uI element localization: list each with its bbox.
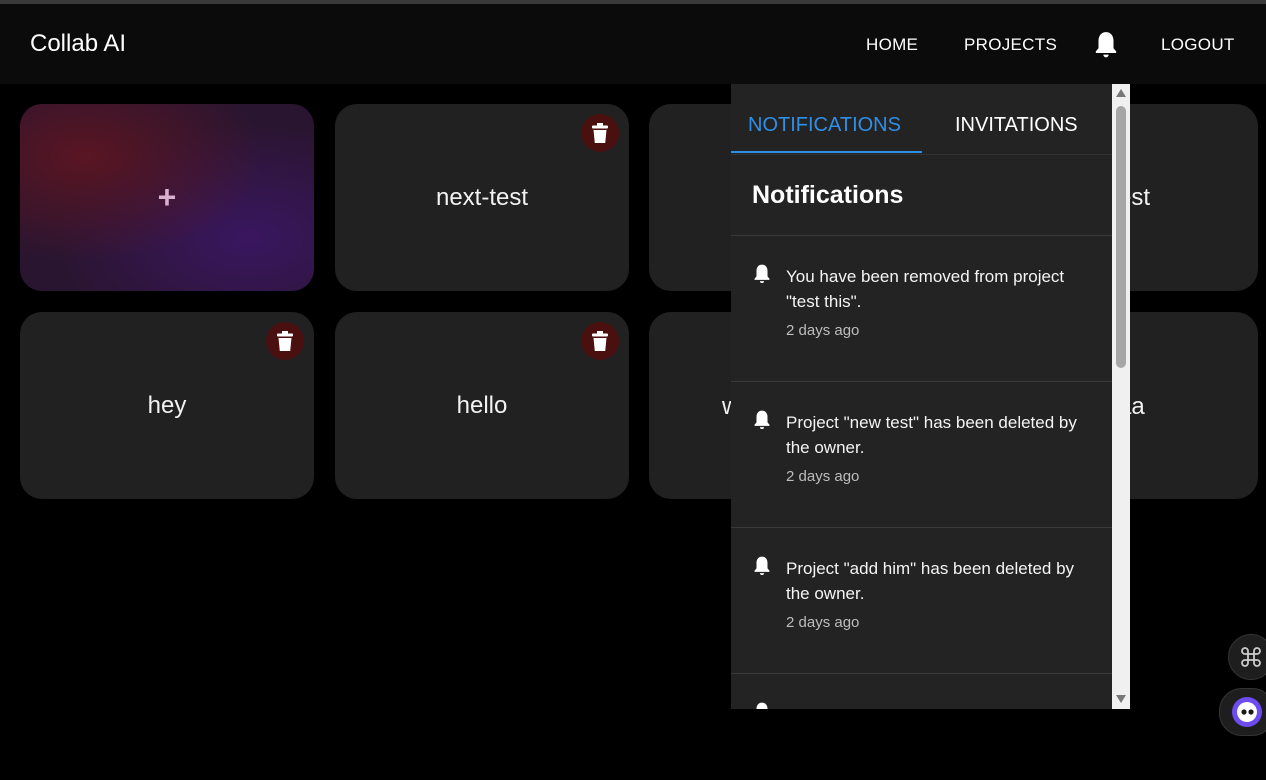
- trash-icon: [592, 123, 608, 143]
- panel-tabs: NOTIFICATIONS INVITATIONS: [731, 84, 1112, 155]
- notification-item[interactable]: [731, 673, 1112, 709]
- delete-project-button[interactable]: [581, 114, 619, 152]
- project-title: next-test: [435, 183, 529, 211]
- nav-home-link[interactable]: HOME: [866, 35, 918, 55]
- notification-item[interactable]: Project "new test" has been deleted by t…: [731, 381, 1112, 527]
- active-tab-indicator: [731, 151, 922, 153]
- notification-item[interactable]: You have been removed from project "test…: [731, 235, 1112, 381]
- notification-time: 2 days ago: [786, 614, 860, 631]
- notification-time: 2 days ago: [786, 322, 860, 339]
- panel-scrollbar[interactable]: [1112, 84, 1130, 709]
- command-button[interactable]: [1228, 634, 1266, 680]
- project-card[interactable]: hello: [335, 312, 629, 499]
- assistant-bot-icon: [1232, 697, 1262, 727]
- project-card[interactable]: hey: [20, 312, 314, 499]
- bell-icon: [754, 264, 770, 284]
- nav-projects-link[interactable]: PROJECTS: [964, 35, 1057, 55]
- command-icon: [1241, 647, 1261, 667]
- bell-icon: [754, 556, 770, 576]
- scroll-up-arrow-icon[interactable]: [1116, 89, 1126, 97]
- navbar: Collab AI HOME PROJECTS LOGOUT: [0, 4, 1266, 84]
- new-project-card[interactable]: +: [20, 104, 314, 291]
- delete-project-button[interactable]: [266, 322, 304, 360]
- tab-invitations[interactable]: INVITATIONS: [955, 114, 1078, 137]
- project-card[interactable]: next-test: [335, 104, 629, 291]
- notification-item[interactable]: Project "add him" has been deleted by th…: [731, 527, 1112, 673]
- panel-heading: Notifications: [752, 181, 904, 209]
- notification-text: Project "new test" has been deleted by t…: [786, 413, 1077, 457]
- trash-icon: [592, 331, 608, 351]
- notification-text: Project "add him" has been deleted by th…: [786, 559, 1075, 603]
- delete-project-button[interactable]: [581, 322, 619, 360]
- bell-icon[interactable]: [1093, 30, 1119, 60]
- notification-time: 2 days ago: [786, 468, 860, 485]
- app-title[interactable]: Collab AI: [30, 30, 126, 58]
- project-title: hello: [456, 391, 508, 419]
- bell-icon: [756, 702, 768, 709]
- scroll-down-arrow-icon[interactable]: [1116, 695, 1126, 703]
- scroll-thumb[interactable]: [1116, 106, 1126, 368]
- project-title: hey: [147, 391, 187, 419]
- notifications-panel: NOTIFICATIONS INVITATIONS Notifications …: [731, 84, 1112, 709]
- plus-icon: +: [157, 179, 177, 215]
- notification-text: You have been removed from project "test…: [786, 267, 1065, 311]
- assistant-button[interactable]: [1219, 688, 1266, 736]
- tab-notifications[interactable]: NOTIFICATIONS: [748, 114, 901, 137]
- nav-logout-link[interactable]: LOGOUT: [1161, 35, 1235, 55]
- trash-icon: [277, 331, 293, 351]
- bell-icon: [754, 410, 770, 430]
